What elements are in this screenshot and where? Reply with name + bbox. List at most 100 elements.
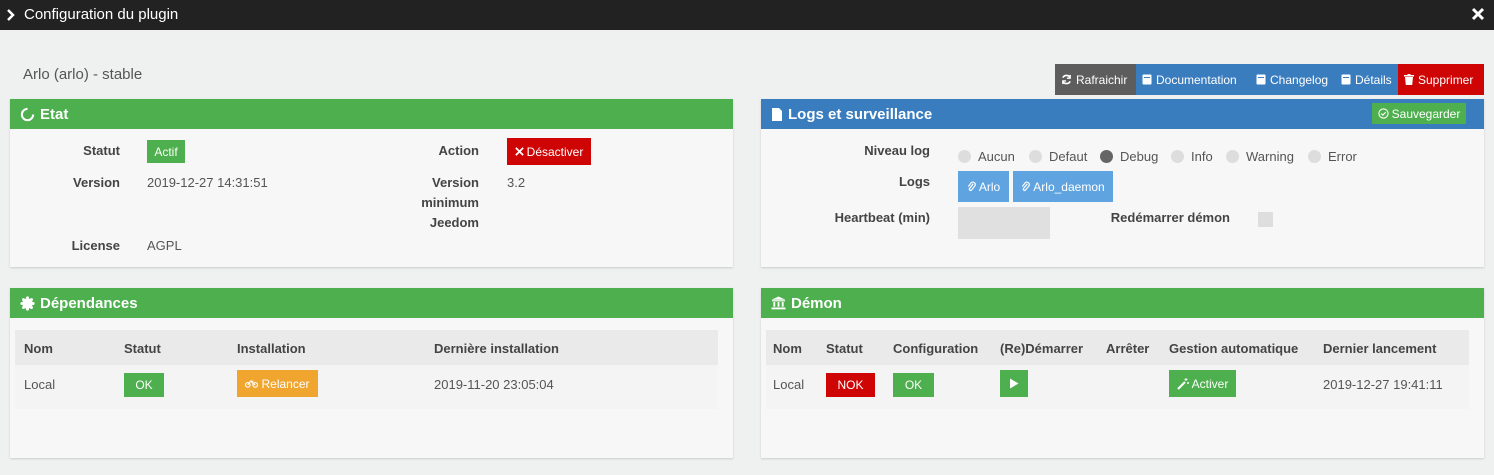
relaunch-button[interactable]: Relancer	[237, 370, 318, 397]
min-version-label-3: Jeedom	[429, 215, 479, 230]
changelog-button[interactable]: Changelog	[1250, 64, 1335, 95]
deactivate-label: Désactiver	[526, 144, 584, 159]
paperclip-icon	[967, 181, 976, 192]
file-icon	[772, 107, 782, 121]
radio-dot	[1171, 150, 1184, 163]
delete-label: Supprimer	[1418, 72, 1474, 87]
details-label: Détails	[1355, 72, 1392, 87]
daemon-table: Nom Statut Configuration (Re)Démarrer Ar…	[766, 330, 1469, 409]
radio-warning[interactable]: Warning	[1226, 149, 1294, 164]
plugin-name: Arlo (arlo) - stable	[23, 66, 143, 83]
deps-panel: Dépendances Nom Statut Installation Dern…	[10, 288, 733, 458]
log-level-label: Niveau log	[864, 143, 930, 158]
radio-debug[interactable]: Debug	[1100, 149, 1158, 164]
license-label: License	[71, 238, 120, 253]
logs-title: Logs et surveillance	[788, 105, 933, 123]
radio-defaut-label: Defaut	[1049, 149, 1088, 164]
heartbeat-input[interactable]	[958, 207, 1050, 239]
book-icon	[1256, 74, 1266, 85]
logs-label: Logs	[898, 174, 930, 189]
delete-button[interactable]: Supprimer	[1398, 64, 1484, 95]
deps-row-last: 2019-11-20 23:05:04	[434, 377, 554, 392]
daemon-start-button[interactable]	[1000, 370, 1028, 397]
deps-row-name: Local	[24, 377, 56, 392]
log-arlo-button[interactable]: Arlo	[958, 171, 1009, 202]
log-arlo-label: Arlo	[978, 179, 1001, 194]
radio-info[interactable]: Info	[1171, 149, 1213, 164]
radio-debug-label: Debug	[1120, 149, 1159, 164]
radio-info-label: Info	[1191, 149, 1213, 164]
heartbeat-label: Heartbeat (min)	[834, 210, 930, 225]
save-button[interactable]: Sauvegarder	[1372, 103, 1466, 124]
daemon-row-name: Local	[773, 377, 805, 392]
plugin-toolbar: Rafraichir Documentation Changelog Détai…	[1055, 64, 1484, 95]
deps-col-last: Dernière installation	[434, 341, 559, 356]
deps-col-install: Installation	[237, 341, 306, 356]
trash-icon	[1404, 74, 1414, 85]
daemon-panel-header: Démon	[761, 288, 1484, 318]
daemon-col-stop: Arrêter	[1106, 341, 1150, 356]
certificate-icon	[20, 295, 35, 311]
radio-error-label: Error	[1328, 149, 1357, 164]
deps-table: Nom Statut Installation Dernière install…	[15, 330, 718, 409]
log-arlo-daemon-label: Arlo_daemon	[1033, 179, 1105, 194]
save-label: Sauvegarder	[1391, 106, 1461, 121]
changelog-label: Changelog	[1270, 72, 1329, 87]
daemon-row-last: 2019-12-27 19:41:11	[1323, 377, 1443, 392]
radio-dot	[1226, 150, 1239, 163]
deps-status-badge: OK	[124, 373, 164, 397]
min-version-label-1: Version	[432, 175, 479, 190]
documentation-label: Documentation	[1156, 72, 1237, 87]
university-icon	[771, 296, 786, 310]
daemon-col-last: Dernier lancement	[1323, 341, 1437, 356]
restart-daemon-label: Redémarrer démon	[1110, 210, 1230, 225]
paperclip-icon	[1022, 181, 1031, 192]
play-icon	[1010, 378, 1019, 389]
daemon-col-name: Nom	[773, 341, 802, 356]
close-icon[interactable]	[1470, 6, 1486, 22]
deps-panel-header: Dépendances	[10, 288, 733, 318]
check-circle-icon	[1378, 108, 1389, 119]
radio-warning-label: Warning	[1246, 149, 1294, 164]
restart-daemon-checkbox[interactable]	[1258, 212, 1273, 227]
daemon-col-auto: Gestion automatique	[1169, 341, 1299, 356]
book-icon	[1142, 74, 1152, 85]
action-label: Action	[438, 143, 479, 158]
deactivate-button[interactable]: Désactiver	[507, 138, 591, 165]
modal-titlebar: Configuration du plugin	[0, 0, 1494, 30]
version-value: 2019-12-27 14:31:51	[147, 175, 268, 190]
logs-panel-header: Logs et surveillance Sauvegarder	[761, 99, 1484, 129]
modal-title: Configuration du plugin	[24, 6, 179, 23]
circle-notch-icon	[20, 107, 35, 121]
daemon-col-start: (Re)Démarrer	[1000, 341, 1084, 356]
radio-dot	[958, 150, 971, 163]
statut-badge: Actif	[147, 140, 185, 163]
min-version-value: 3.2	[507, 175, 526, 190]
radio-aucun[interactable]: Aucun	[958, 149, 1015, 164]
table-row: Local OK Relancer 2019-11-20 23:05:04	[15, 365, 718, 409]
version-label: Version	[73, 175, 120, 190]
daemon-col-config: Configuration	[893, 341, 979, 356]
log-arlo-daemon-button[interactable]: Arlo_daemon	[1013, 171, 1113, 202]
daemon-status-badge: NOK	[826, 373, 875, 397]
refresh-icon	[1062, 74, 1071, 85]
etat-panel-header: Etat	[10, 99, 733, 129]
etat-panel: Etat Statut Actif Version 2019-12-27 14:…	[10, 99, 733, 267]
details-button[interactable]: Détails	[1335, 64, 1398, 95]
daemon-panel: Démon Nom Statut Configuration (Re)Démar…	[761, 288, 1484, 458]
deps-col-status: Statut	[124, 341, 161, 356]
refresh-button[interactable]: Rafraichir	[1055, 64, 1136, 95]
auto-manage-label: Activer	[1191, 376, 1229, 391]
book-icon	[1341, 74, 1351, 85]
radio-defaut[interactable]: Defaut	[1029, 149, 1087, 164]
magic-icon	[1176, 377, 1189, 390]
documentation-button[interactable]: Documentation	[1136, 64, 1250, 95]
daemon-title: Démon	[791, 294, 842, 312]
daemon-col-status: Statut	[826, 341, 863, 356]
auto-manage-button[interactable]: Activer	[1169, 370, 1236, 397]
statut-label: Statut	[83, 143, 120, 158]
table-row: Local NOK OK Activer 2019-12-27 19:41:11	[766, 365, 1469, 409]
radio-error[interactable]: Error	[1308, 149, 1357, 164]
times-icon	[514, 147, 524, 156]
logs-panel: Logs et surveillance Sauvegarder Niveau …	[761, 99, 1484, 267]
